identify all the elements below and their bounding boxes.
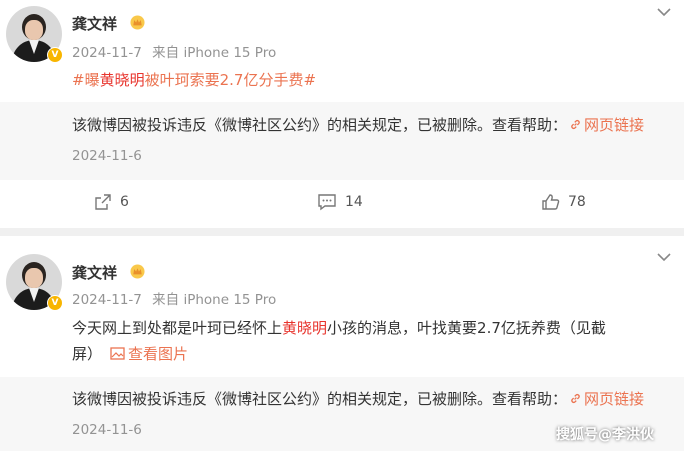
quote-date: 2024-11-6	[72, 422, 142, 438]
post-meta: 2024-11-7 来自 iPhone 15 Pro	[72, 288, 276, 308]
repost-icon	[95, 194, 111, 210]
author-name[interactable]: 龚文祥	[72, 262, 117, 283]
post-text-line-2: 屏） 查看图片	[72, 345, 189, 363]
chevron-down-icon[interactable]	[656, 251, 672, 263]
deleted-notice: 该微博因被投诉违反《微博社区公约》的相关规定，已被删除。查看帮助： 网页链接	[72, 390, 645, 408]
comment-icon	[318, 194, 336, 211]
post-date[interactable]: 2024-11-7	[72, 45, 142, 61]
post-source: 来自 iPhone 15 Pro	[152, 45, 277, 61]
link-icon	[571, 119, 580, 130]
weibo-post-1: V 龚文祥 2024-11-7 来自 iPhone 15 Pro #曝黄晓明被叶…	[0, 0, 684, 228]
post-date[interactable]: 2024-11-7	[72, 292, 142, 308]
crown-icon	[130, 264, 145, 279]
post-text-line-1: 今天网上到处都是叶珂已经怀上黄晓明小孩的消息，叶找黄要2.7亿抚养费（见截	[72, 319, 606, 337]
verified-badge-icon: V	[47, 47, 63, 63]
chevron-down-icon[interactable]	[656, 6, 672, 18]
post-content: 今天网上到处都是叶珂已经怀上黄晓明小孩的消息，叶找黄要2.7亿抚养费（见截 屏）…	[72, 315, 672, 367]
weibo-post-2: V 龚文祥 2024-11-7 来自 iPhone 15 Pro 今天网上到处都…	[0, 236, 684, 451]
deleted-quote: 该微博因被投诉违反《微博社区公约》的相关规定，已被删除。查看帮助： 网页链接 20…	[0, 102, 684, 180]
like-icon	[542, 194, 560, 210]
verified-badge-icon: V	[47, 295, 63, 311]
crown-icon	[130, 15, 145, 30]
post-content: #曝黄晓明被叶珂索要2.7亿分手费#	[72, 67, 316, 93]
post-meta: 2024-11-7 来自 iPhone 15 Pro	[72, 41, 276, 61]
highlight-name[interactable]: 黄晓明	[282, 319, 327, 337]
view-image-link[interactable]: 查看图片	[110, 345, 188, 363]
quote-date: 2024-11-6	[72, 148, 142, 164]
web-link[interactable]: 网页链接	[567, 390, 644, 408]
link-icon	[571, 393, 580, 404]
repost-button[interactable]: 6	[94, 193, 129, 211]
topic-link[interactable]: #曝黄晓明被叶珂索要2.7亿分手费#	[72, 71, 316, 89]
image-icon	[110, 347, 125, 360]
post-divider	[0, 228, 684, 236]
deleted-notice: 该微博因被投诉违反《微博社区公约》的相关规定，已被删除。查看帮助： 网页链接	[72, 116, 645, 134]
watermark: 搜狐号@李洪伙	[556, 427, 654, 443]
comment-button[interactable]: 14	[317, 193, 363, 211]
web-link[interactable]: 网页链接	[567, 116, 644, 134]
post-source: 来自 iPhone 15 Pro	[152, 292, 277, 308]
author-name[interactable]: 龚文祥	[72, 13, 117, 34]
like-button[interactable]: 78	[541, 193, 586, 211]
